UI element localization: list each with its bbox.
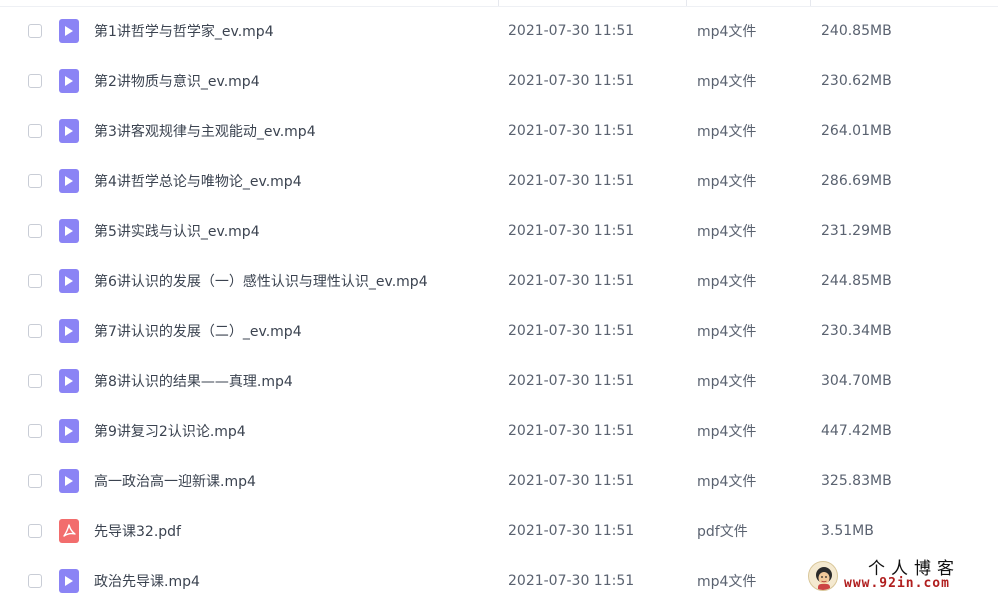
video-file-icon bbox=[59, 269, 79, 293]
row-checkbox[interactable] bbox=[28, 174, 42, 188]
file-name[interactable]: 第9讲复习2认识论.mp4 bbox=[94, 421, 246, 441]
file-modified-date: 2021-07-30 11:51 bbox=[508, 73, 635, 89]
file-modified-date: 2021-07-30 11:51 bbox=[508, 23, 635, 39]
row-checkbox[interactable] bbox=[28, 24, 42, 38]
file-name[interactable]: 第8讲认识的结果——真理.mp4 bbox=[94, 371, 293, 391]
file-name[interactable]: 高一政治高一迎新课.mp4 bbox=[94, 471, 256, 491]
row-checkbox[interactable] bbox=[28, 574, 42, 588]
file-size: 230.62MB bbox=[821, 73, 892, 89]
file-row[interactable]: 第4讲哲学总论与唯物论_ev.mp4 2021-07-30 11:51 mp4文… bbox=[0, 156, 998, 206]
file-name[interactable]: 第7讲认识的发展（二）_ev.mp4 bbox=[94, 321, 302, 341]
row-checkbox[interactable] bbox=[28, 224, 42, 238]
row-checkbox[interactable] bbox=[28, 524, 42, 538]
file-size: 286.69MB bbox=[821, 173, 892, 189]
file-name[interactable]: 第5讲实践与认识_ev.mp4 bbox=[94, 221, 260, 241]
watermark-url: www.92in.com bbox=[844, 576, 950, 591]
file-row[interactable]: 第3讲客观规律与主观能动_ev.mp4 2021-07-30 11:51 mp4… bbox=[0, 106, 998, 156]
row-checkbox[interactable] bbox=[28, 124, 42, 138]
video-file-icon bbox=[59, 469, 79, 493]
file-size: 304.70MB bbox=[821, 373, 892, 389]
pdf-file-icon bbox=[59, 519, 79, 543]
file-modified-date: 2021-07-30 11:51 bbox=[508, 523, 635, 539]
file-type: mp4文件 bbox=[697, 124, 757, 140]
video-file-icon bbox=[59, 19, 79, 43]
video-file-icon bbox=[59, 319, 79, 343]
file-modified-date: 2021-07-30 11:51 bbox=[508, 373, 635, 389]
video-file-icon bbox=[59, 69, 79, 93]
file-type: pdf文件 bbox=[697, 524, 748, 540]
file-row[interactable]: 第6讲认识的发展（一）感性认识与理性认识_ev.mp4 2021-07-30 1… bbox=[0, 256, 998, 306]
file-modified-date: 2021-07-30 11:51 bbox=[508, 223, 635, 239]
file-row[interactable]: 第9讲复习2认识论.mp4 2021-07-30 11:51 mp4文件 447… bbox=[0, 406, 998, 456]
file-size: 447.42MB bbox=[821, 423, 892, 439]
file-type: mp4文件 bbox=[697, 574, 757, 590]
file-modified-date: 2021-07-30 11:51 bbox=[508, 273, 635, 289]
file-size: 244.85MB bbox=[821, 273, 892, 289]
file-size: 325.83MB bbox=[821, 473, 892, 489]
row-checkbox[interactable] bbox=[28, 374, 42, 388]
file-type: mp4文件 bbox=[697, 24, 757, 40]
file-type: mp4文件 bbox=[697, 224, 757, 240]
file-row[interactable]: 第2讲物质与意识_ev.mp4 2021-07-30 11:51 mp4文件 2… bbox=[0, 56, 998, 106]
file-size: 3.51MB bbox=[821, 523, 874, 539]
file-type: mp4文件 bbox=[697, 274, 757, 290]
video-file-icon bbox=[59, 369, 79, 393]
file-modified-date: 2021-07-30 11:51 bbox=[508, 323, 635, 339]
row-checkbox[interactable] bbox=[28, 74, 42, 88]
file-type: mp4文件 bbox=[697, 424, 757, 440]
file-modified-date: 2021-07-30 11:51 bbox=[508, 573, 635, 589]
row-checkbox[interactable] bbox=[28, 274, 42, 288]
row-checkbox[interactable] bbox=[28, 474, 42, 488]
file-name[interactable]: 第2讲物质与意识_ev.mp4 bbox=[94, 71, 260, 91]
video-file-icon bbox=[59, 219, 79, 243]
video-file-icon bbox=[59, 119, 79, 143]
file-type: mp4文件 bbox=[697, 74, 757, 90]
video-file-icon bbox=[59, 569, 79, 593]
video-file-icon bbox=[59, 419, 79, 443]
row-checkbox[interactable] bbox=[28, 424, 42, 438]
file-name[interactable]: 先导课32.pdf bbox=[94, 521, 181, 541]
row-checkbox[interactable] bbox=[28, 324, 42, 338]
file-size: 230.34MB bbox=[821, 323, 892, 339]
file-modified-date: 2021-07-30 11:51 bbox=[508, 423, 635, 439]
file-row[interactable]: 第1讲哲学与哲学家_ev.mp4 2021-07-30 11:51 mp4文件 … bbox=[0, 6, 998, 56]
file-type: mp4文件 bbox=[697, 374, 757, 390]
file-type: mp4文件 bbox=[697, 324, 757, 340]
file-type: mp4文件 bbox=[697, 174, 757, 190]
file-name[interactable]: 第4讲哲学总论与唯物论_ev.mp4 bbox=[94, 171, 302, 191]
file-row[interactable]: 高一政治高一迎新课.mp4 2021-07-30 11:51 mp4文件 325… bbox=[0, 456, 998, 506]
blog-watermark: 个人博客 www.92in.com bbox=[798, 554, 994, 598]
file-modified-date: 2021-07-30 11:51 bbox=[508, 173, 635, 189]
file-size: 231.29MB bbox=[821, 223, 892, 239]
file-modified-date: 2021-07-30 11:51 bbox=[508, 473, 635, 489]
file-row[interactable]: 第8讲认识的结果——真理.mp4 2021-07-30 11:51 mp4文件 … bbox=[0, 356, 998, 406]
file-row[interactable]: 第5讲实践与认识_ev.mp4 2021-07-30 11:51 mp4文件 2… bbox=[0, 206, 998, 256]
file-row[interactable]: 第7讲认识的发展（二）_ev.mp4 2021-07-30 11:51 mp4文… bbox=[0, 306, 998, 356]
video-file-icon bbox=[59, 169, 79, 193]
file-name[interactable]: 第1讲哲学与哲学家_ev.mp4 bbox=[94, 21, 274, 41]
file-type: mp4文件 bbox=[697, 474, 757, 490]
file-modified-date: 2021-07-30 11:51 bbox=[508, 123, 635, 139]
avatar-logo-icon bbox=[808, 561, 838, 591]
file-name[interactable]: 第3讲客观规律与主观能动_ev.mp4 bbox=[94, 121, 316, 141]
file-size: 264.01MB bbox=[821, 123, 892, 139]
file-size: 240.85MB bbox=[821, 23, 892, 39]
file-name[interactable]: 第6讲认识的发展（一）感性认识与理性认识_ev.mp4 bbox=[94, 271, 428, 291]
file-list: 第1讲哲学与哲学家_ev.mp4 2021-07-30 11:51 mp4文件 … bbox=[0, 0, 998, 600]
file-name[interactable]: 政治先导课.mp4 bbox=[94, 571, 200, 591]
file-row[interactable]: 先导课32.pdf 2021-07-30 11:51 pdf文件 3.51MB bbox=[0, 506, 998, 556]
